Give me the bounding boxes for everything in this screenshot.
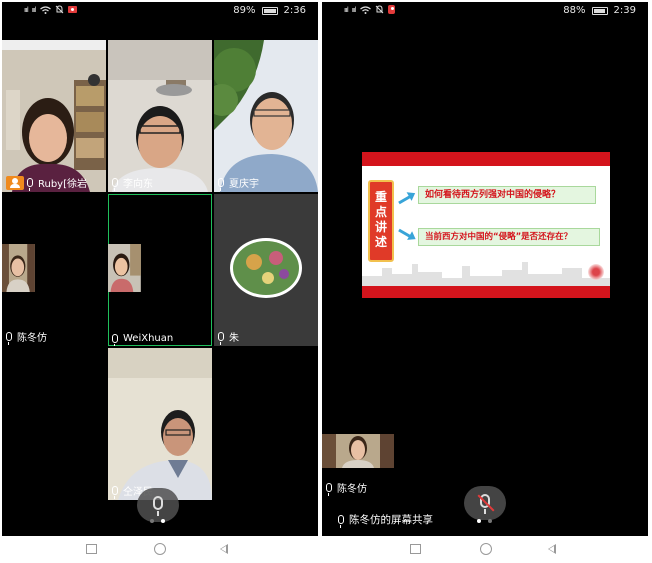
page-dot	[150, 519, 154, 523]
page-indicator	[150, 519, 165, 523]
signal-icon: ıııl	[344, 5, 349, 14]
participant-label: 夏庆宇	[218, 175, 259, 191]
mic-icon	[218, 332, 224, 345]
mic-icon	[27, 178, 33, 191]
participant-name: WeiXhuan	[123, 333, 174, 344]
slide-question-2: 当前西方对中国的“侵略”是否还存在？	[418, 228, 600, 246]
wifi-icon	[39, 5, 51, 14]
mute-notify-icon	[375, 5, 383, 14]
participant-avatar-tile[interactable]: 朱	[214, 194, 318, 346]
slide-question-1: 如何看待西方列强对中国的侵略？	[418, 186, 596, 204]
nav-back-icon[interactable]	[220, 544, 228, 554]
participant-video	[2, 244, 35, 292]
screen-share-text: 陈冬仿的屏幕共享	[349, 514, 433, 526]
battery-icon	[261, 6, 278, 15]
system-nav-bar	[2, 536, 318, 563]
nav-home-icon[interactable]	[480, 543, 492, 555]
participant-label: WeiXhuan	[112, 333, 174, 346]
participant-name: 朱	[229, 333, 239, 344]
arrow-icon	[398, 228, 412, 239]
participant-name: Ruby[徐岩	[38, 179, 88, 190]
nav-recent-icon[interactable]	[410, 544, 421, 554]
mic-icon	[326, 483, 332, 496]
participant-name: 李向东	[123, 179, 153, 190]
presenter-thumbnail[interactable]	[322, 434, 394, 468]
mic-icon	[6, 332, 12, 345]
status-bar: ıııl ıııl 88% 2:39	[322, 2, 648, 20]
signal-icon: ıııl	[351, 5, 357, 14]
clock: 2:36	[283, 5, 306, 16]
participant-label: Ruby[徐岩	[6, 175, 88, 191]
clock: 2:39	[613, 5, 636, 16]
participant-video	[214, 40, 318, 192]
battery-percent: 89%	[233, 5, 256, 16]
page-dot	[488, 519, 492, 523]
participant-video	[108, 244, 141, 292]
mic-icon	[112, 334, 118, 346]
participant-name: 陈冬仿	[337, 484, 367, 495]
slide-key-label: 重点讲述	[368, 180, 394, 262]
host-icon	[6, 175, 24, 190]
participant-label: 陈冬仿	[6, 329, 47, 345]
participant-video-tile[interactable]: 李向东	[108, 40, 212, 192]
nav-recent-icon[interactable]	[86, 544, 97, 554]
logo-decoration	[588, 264, 604, 280]
participant-video-tile[interactable]: 仝泽民	[108, 348, 212, 500]
mic-icon	[112, 486, 118, 499]
participant-label: 陈冬仿	[326, 480, 367, 496]
mute-button[interactable]	[464, 486, 506, 520]
participant-video	[322, 434, 394, 468]
status-bar: ıııl ıııl 89% 2:36	[2, 2, 318, 20]
participant-video	[2, 40, 106, 192]
participant-video	[108, 40, 212, 192]
battery-icon	[591, 6, 608, 15]
participant-avatar	[214, 194, 318, 346]
participant-video-tile[interactable]: 夏庆宇	[214, 40, 318, 192]
mic-icon	[112, 178, 118, 191]
participant-label: 朱	[218, 329, 239, 345]
participant-label: 李向东	[112, 175, 153, 191]
recording-icon	[387, 5, 395, 14]
screen-share-screen: ıııl ıııl 88% 2:39 重点讲述 如何看待西方列强对中国的侵略？ …	[322, 2, 648, 536]
recording-icon	[67, 6, 77, 13]
page-dot-current	[161, 519, 165, 523]
wifi-icon	[359, 5, 371, 14]
mic-icon	[153, 496, 163, 516]
page-dot-current	[477, 519, 481, 523]
meeting-gallery-screen: ıııl ıııl 89% 2:36 Ruby[徐岩 李向东 夏庆宇 陈冬仿 W…	[2, 2, 318, 536]
mic-icon	[218, 178, 224, 191]
slide-header-band	[362, 152, 610, 166]
skyline-decoration	[362, 262, 610, 286]
screen-share-label: 陈冬仿的屏幕共享	[338, 512, 433, 528]
participant-video-tile[interactable]: 陈冬仿	[2, 194, 106, 346]
participant-video	[108, 348, 212, 500]
page-indicator	[477, 519, 492, 523]
slide-footer-band	[362, 286, 610, 298]
mute-button[interactable]	[137, 488, 179, 522]
shared-slide[interactable]: 重点讲述 如何看待西方列强对中国的侵略？ 当前西方对中国的“侵略”是否还存在？	[362, 152, 610, 298]
system-nav-bar	[322, 536, 648, 563]
participant-video-tile[interactable]: WeiXhuan	[108, 194, 212, 346]
participant-name: 夏庆宇	[229, 179, 259, 190]
mute-notify-icon	[55, 5, 63, 14]
participant-name: 陈冬仿	[17, 333, 47, 344]
battery-percent: 88%	[563, 5, 586, 16]
mic-icon	[338, 515, 344, 528]
signal-icon: ıııl	[24, 5, 29, 14]
nav-home-icon[interactable]	[154, 543, 166, 555]
arrow-icon	[398, 194, 412, 205]
nav-back-icon[interactable]	[548, 544, 556, 554]
participant-video-tile[interactable]: Ruby[徐岩	[2, 40, 106, 192]
signal-icon: ıııl	[31, 5, 37, 14]
